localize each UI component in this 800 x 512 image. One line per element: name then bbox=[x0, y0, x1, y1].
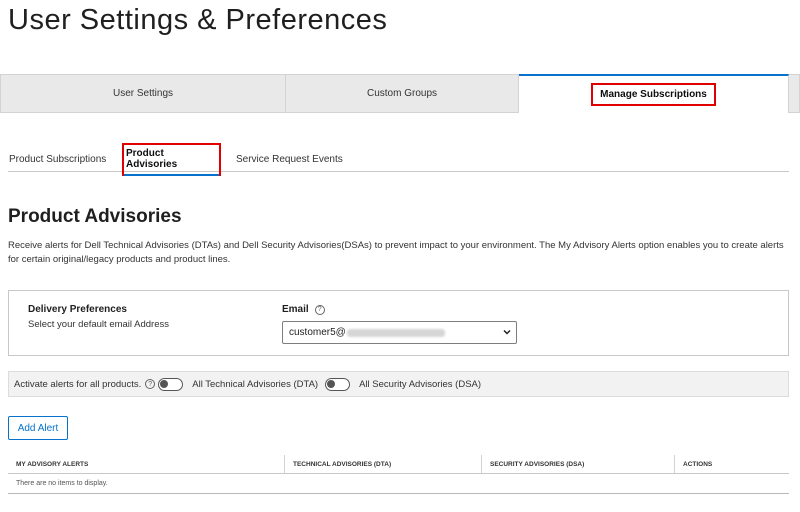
chevron-down-icon bbox=[503, 329, 511, 335]
activate-alerts-label: Activate alerts for all products. bbox=[14, 378, 142, 390]
dsa-label: All Security Advisories (DSA) bbox=[359, 378, 482, 390]
help-icon[interactable]: ? bbox=[145, 379, 156, 389]
section-description: Receive alerts for Dell Technical Adviso… bbox=[8, 240, 784, 265]
column-header[interactable]: MY ADVISORY ALERTS bbox=[8, 455, 285, 473]
redacted-email-domain bbox=[346, 328, 445, 337]
email-label-text: Email bbox=[282, 304, 309, 315]
delivery-preferences-panel: Delivery Preferences Select your default… bbox=[8, 290, 789, 356]
subtab-product-subscriptions[interactable]: Product Subscriptions bbox=[9, 146, 106, 172]
subtab-service-request-events[interactable]: Service Request Events bbox=[236, 146, 343, 172]
tab-user-settings[interactable]: User Settings bbox=[0, 74, 286, 113]
section-heading: Product Advisories bbox=[8, 206, 182, 227]
subtab-label: Product Subscriptions bbox=[9, 153, 107, 165]
table-empty-message: There are no items to display. bbox=[8, 474, 789, 494]
dta-toggle[interactable] bbox=[325, 377, 351, 391]
column-header: ACTIONS bbox=[683, 460, 713, 468]
subtab-label-active: Product Advisories bbox=[124, 148, 219, 176]
activate-all-toggle[interactable] bbox=[158, 377, 184, 391]
delivery-subtitle: Select your default email Address bbox=[28, 319, 169, 330]
column-header[interactable]: TECHNICAL ADVISORIES (DTA) bbox=[285, 455, 482, 473]
tab-label: Custom Groups bbox=[366, 88, 438, 99]
tab-label-highlighted: Manage Subscriptions bbox=[591, 83, 716, 106]
delivery-title: Delivery Preferences bbox=[28, 304, 127, 315]
sub-tabs: Product Subscriptions Product Advisories… bbox=[8, 143, 789, 176]
advisory-alerts-table: MY ADVISORY ALERTS TECHNICAL ADVISORIES … bbox=[8, 455, 789, 494]
tab-manage-subscriptions[interactable]: Manage Subscriptions bbox=[519, 74, 789, 113]
table-header: MY ADVISORY ALERTS TECHNICAL ADVISORIES … bbox=[8, 455, 789, 474]
email-label: Email ? bbox=[282, 304, 325, 315]
add-alert-button[interactable]: Add Alert bbox=[8, 416, 68, 440]
subtab-product-advisories[interactable]: Product Advisories bbox=[122, 143, 221, 176]
main-tabs: User Settings Custom Groups Manage Subsc… bbox=[0, 74, 800, 113]
alerts-toggle-bar: Activate alerts for all products. ? All … bbox=[8, 371, 789, 397]
subtab-label: Service Request Events bbox=[236, 153, 343, 165]
page-title: User Settings & Preferences bbox=[8, 4, 388, 36]
email-select[interactable]: customer5@ bbox=[282, 321, 517, 344]
help-icon[interactable]: ? bbox=[314, 304, 325, 315]
dta-label: All Technical Advisories (DTA) bbox=[192, 378, 319, 390]
tab-label: User Settings bbox=[112, 88, 174, 99]
tab-custom-groups[interactable]: Custom Groups bbox=[286, 74, 519, 113]
column-header[interactable]: SECURITY ADVISORIES (DSA) bbox=[482, 455, 675, 473]
email-select-value: customer5@ bbox=[289, 327, 346, 338]
tab-overflow bbox=[789, 74, 800, 113]
